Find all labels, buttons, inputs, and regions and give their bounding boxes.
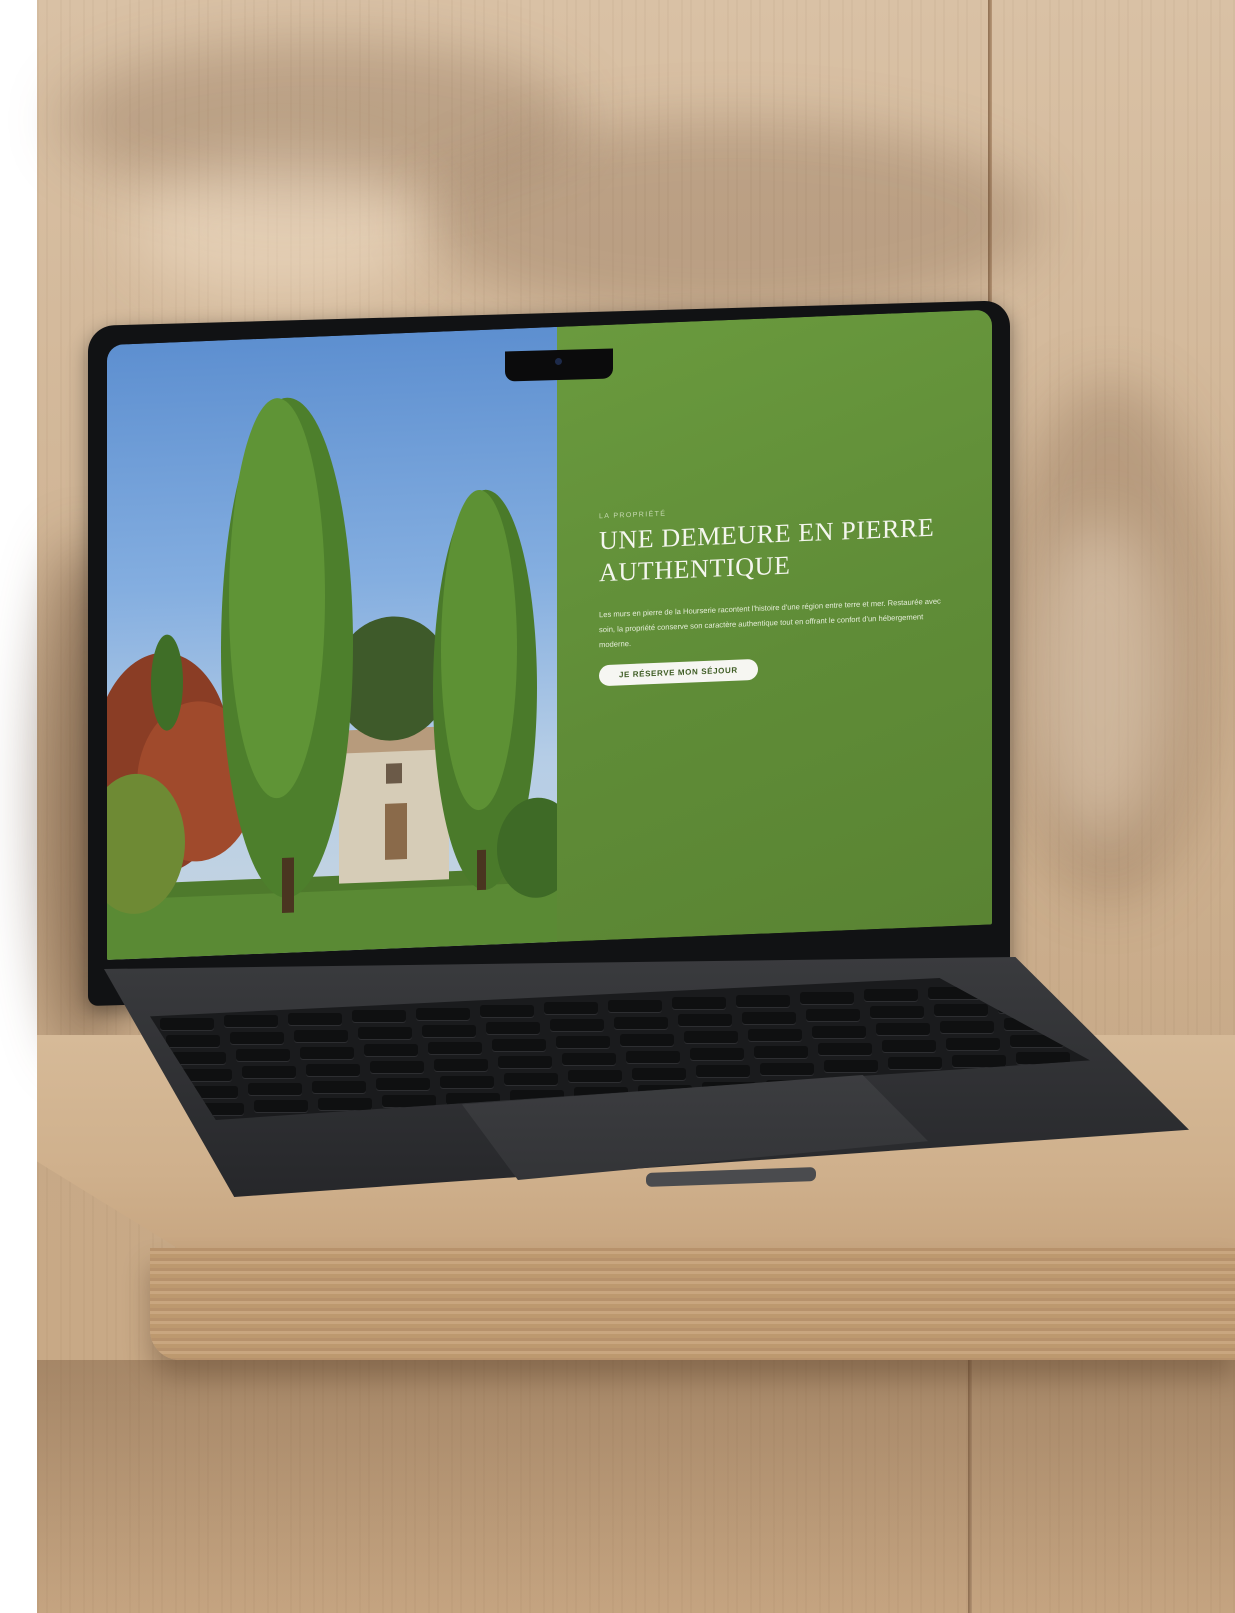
keyboard-key	[748, 1028, 802, 1042]
keyboard-key	[160, 1018, 214, 1031]
keyboard-key	[736, 994, 790, 1008]
shelf-edge	[150, 1248, 1235, 1360]
keyboard-key	[550, 1019, 604, 1033]
keyboard-key	[812, 1026, 866, 1039]
keyboard-key	[754, 1045, 808, 1059]
keyboard-key	[620, 1033, 674, 1047]
keyboard-key	[230, 1032, 284, 1046]
keyboard-key	[358, 1027, 412, 1041]
keyboard-key	[352, 1010, 406, 1024]
keyboard-key	[632, 1067, 686, 1081]
keyboard-key	[946, 1037, 1000, 1051]
keyboard-key	[486, 1022, 540, 1035]
keyboard-key	[952, 1054, 1006, 1068]
keyboard-key	[294, 1029, 348, 1043]
keyboard-key	[504, 1073, 558, 1086]
keyboard-key	[870, 1006, 924, 1020]
webcam-icon	[555, 357, 562, 366]
keyboard-key	[224, 1015, 278, 1029]
leaf-shadow	[420, 120, 1040, 320]
keyboard-key	[678, 1014, 732, 1028]
keyboard-key	[562, 1053, 616, 1067]
keyboard-key	[818, 1043, 872, 1056]
keyboard-key	[614, 1016, 668, 1030]
laptop-screen: LA PROPRIÉTÉ UNE DEMEURE EN PIERRE AUTHE…	[107, 309, 992, 960]
intro-panel: LA PROPRIÉTÉ UNE DEMEURE EN PIERRE AUTHE…	[557, 309, 992, 942]
page-headline: UNE DEMEURE EN PIERRE AUTHENTIQUE	[599, 512, 935, 588]
keyboard-key	[934, 1003, 988, 1017]
intro-paragraph: Les murs en pierre de la Hourserie racon…	[599, 596, 941, 650]
keyboard-key	[696, 1065, 750, 1079]
keyboard-key	[742, 1011, 796, 1025]
keyboard-key	[568, 1070, 622, 1084]
keyboard-key	[376, 1078, 430, 1092]
light-patch	[130, 160, 430, 300]
keyboard-key	[684, 1031, 738, 1045]
shelf-shadow	[37, 1360, 1235, 1613]
keyboard-key	[306, 1063, 360, 1077]
keyboard-key	[882, 1040, 936, 1054]
keyboard-key	[806, 1009, 860, 1022]
keyboard-key	[288, 1012, 342, 1026]
keyboard-key	[608, 999, 662, 1013]
keyboard-key	[824, 1060, 878, 1073]
keyboard-key	[864, 989, 918, 1003]
keyboard-key	[428, 1041, 482, 1055]
keyboard-key	[434, 1058, 488, 1072]
keyboard-key	[498, 1056, 552, 1069]
keyboard-key	[364, 1044, 418, 1058]
house-and-trees-image	[107, 397, 557, 960]
keyboard-key	[888, 1057, 942, 1071]
keyboard-key	[242, 1066, 296, 1080]
keyboard-key	[544, 1002, 598, 1016]
keyboard-key	[318, 1097, 372, 1111]
keyboard-key	[940, 1020, 994, 1034]
house-photo	[107, 326, 557, 960]
keyboard-key	[370, 1061, 424, 1075]
keyboard-key	[626, 1050, 680, 1064]
keyboard-key	[166, 1035, 220, 1048]
keyboard-key	[172, 1052, 226, 1065]
keyboard-key	[440, 1075, 494, 1089]
keyboard-key	[300, 1046, 354, 1060]
keyboard-key	[876, 1023, 930, 1037]
keyboard-key	[556, 1036, 610, 1050]
keyboard-key	[492, 1039, 546, 1052]
keyboard-key	[254, 1100, 308, 1114]
section-eyebrow: LA PROPRIÉTÉ	[599, 510, 667, 521]
keyboard-key	[800, 992, 854, 1005]
keyboard-key	[690, 1048, 744, 1062]
book-stay-button[interactable]: JE RÉSERVE MON SÉJOUR	[599, 658, 758, 687]
keyboard-key	[416, 1007, 470, 1021]
keyboard-key	[760, 1062, 814, 1076]
product-photo-scene: LA PROPRIÉTÉ UNE DEMEURE EN PIERRE AUTHE…	[0, 0, 1235, 1613]
keyboard-key	[672, 997, 726, 1011]
keyboard-key	[248, 1083, 302, 1097]
keyboard-key	[422, 1024, 476, 1038]
keyboard-key	[312, 1080, 366, 1094]
keyboard-key	[236, 1049, 290, 1063]
camera-notch	[505, 348, 613, 382]
keyboard-key	[480, 1005, 534, 1018]
light-patch	[1030, 520, 1170, 840]
